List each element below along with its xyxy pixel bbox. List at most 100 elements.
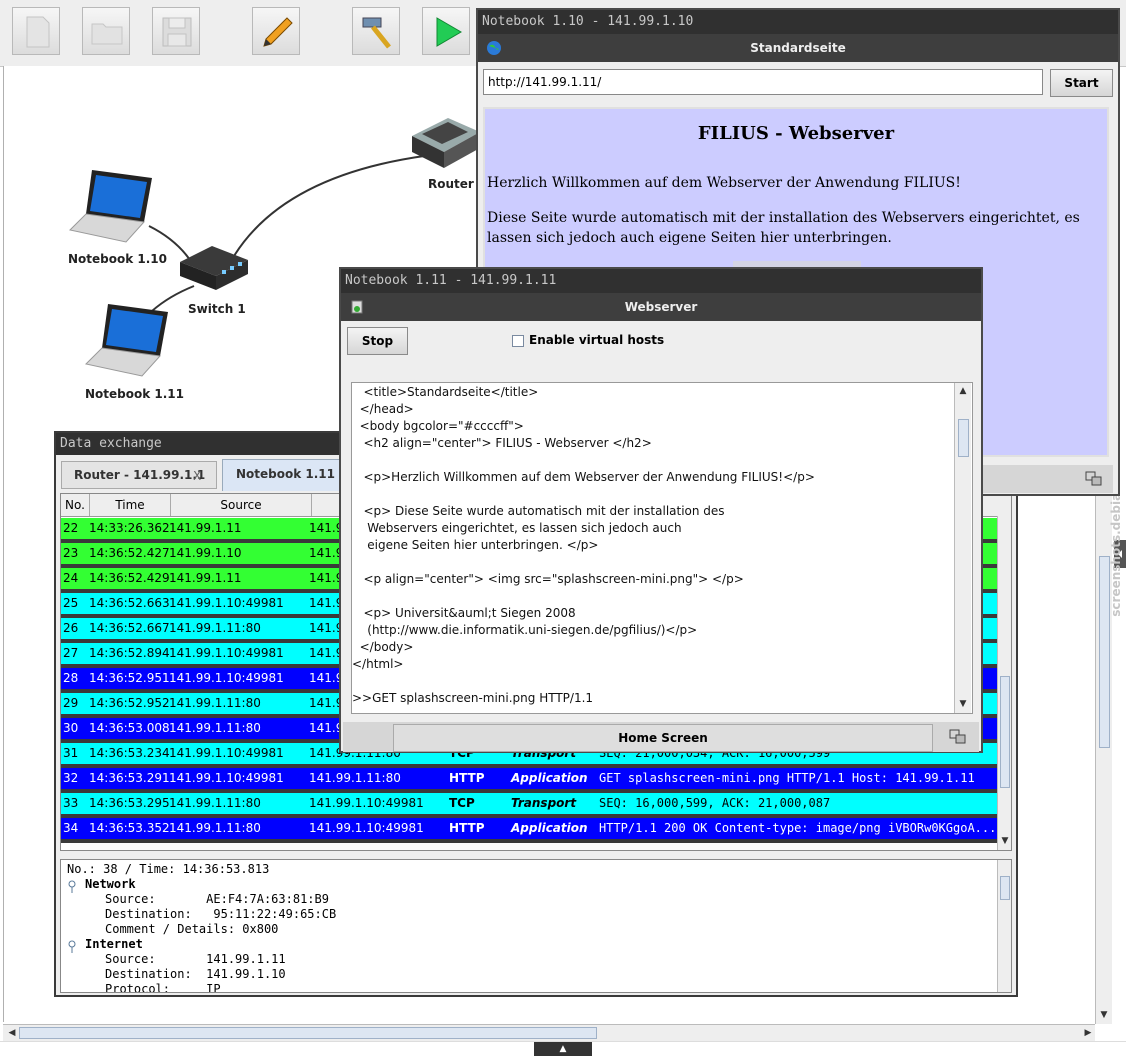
- tree-expanded-icon[interactable]: [67, 940, 81, 954]
- url-input[interactable]: [483, 69, 1043, 95]
- detail-header: No.: 38 / Time: 14:36:53.813: [67, 862, 270, 876]
- log-scrollbar[interactable]: ▲ ▼: [954, 383, 971, 713]
- build-button[interactable]: [352, 7, 400, 55]
- cell-time: 14:36:53.008: [89, 721, 170, 735]
- detail-network-node[interactable]: Network: [85, 877, 136, 891]
- cell-time: 14:33:26.362: [89, 521, 170, 535]
- log-line: </html>: [352, 657, 404, 671]
- folder-icon: [91, 23, 123, 45]
- cell-src: 141.99.1.11:80: [169, 621, 261, 635]
- cell-layer: Application: [511, 821, 588, 835]
- cell-layer: Application: [511, 771, 588, 785]
- notebook-110-icon[interactable]: [68, 166, 158, 246]
- cell-proto: HTTP: [449, 771, 485, 785]
- cell-time: 14:36:52.894: [89, 646, 170, 660]
- bottom-panel-toggle[interactable]: ▲: [534, 1042, 592, 1056]
- page-paragraph-2: Diese Seite wurde automatisch mit der in…: [487, 210, 1080, 246]
- log-line: eigene Seiten hier unterbringen. </p>: [352, 538, 599, 552]
- table-row[interactable]: 34 14:36:53.352 141.99.1.11:80 141.99.1.10:…: [61, 818, 997, 839]
- cell-info: GET splashscreen-mini.png HTTP/1.1 Host:…: [599, 771, 975, 785]
- new-file-button[interactable]: [12, 7, 60, 55]
- cell-no: 27: [63, 646, 79, 660]
- save-button[interactable]: [152, 7, 200, 55]
- cell-src: 141.99.1.11:80: [169, 696, 261, 710]
- open-folder-button[interactable]: [82, 7, 130, 55]
- detail-inet-protocol: Protocol: IP: [105, 982, 221, 993]
- log-line: <body bgcolor="#ccccff">: [352, 419, 524, 433]
- table-scroll-down-arrow[interactable]: ▼: [998, 834, 1011, 848]
- tab-notebook-111[interactable]: Notebook 1.11 - 14: [222, 459, 342, 491]
- switch-1-label: Switch 1: [188, 302, 246, 316]
- detail-scroll-thumb[interactable]: [1000, 876, 1010, 900]
- virtual-hosts-checkbox[interactable]: [512, 335, 524, 347]
- cell-time: 14:36:52.952: [89, 696, 170, 710]
- cell-src: 141.99.1.11:80: [169, 821, 261, 835]
- detail-internet-node[interactable]: Internet: [85, 937, 143, 951]
- cell-src: 141.99.1.11: [169, 571, 242, 585]
- col-no[interactable]: No.: [61, 494, 90, 516]
- window-restore-icon[interactable]: [949, 729, 967, 745]
- window-restore-icon[interactable]: [1085, 471, 1103, 487]
- cell-no: 29: [63, 696, 79, 710]
- server-log[interactable]: <title>Standardseite</title> </head> <bo…: [351, 382, 973, 714]
- router-label: Router: [428, 177, 474, 191]
- log-line: (http://www.die.informatik.uni-siegen.de…: [352, 623, 698, 637]
- cell-no: 24: [63, 571, 79, 585]
- pencil-icon: [263, 17, 293, 47]
- log-scroll-down-arrow[interactable]: ▼: [956, 697, 970, 711]
- col-source[interactable]: Source: [171, 494, 312, 516]
- webserver-window: Notebook 1.11 - 141.99.1.11 Webserver St…: [339, 267, 983, 753]
- detail-net-comment: Comment / Details: 0x800: [105, 922, 279, 936]
- detail-net-source: Source: AE:F4:7A:63:81:B9: [105, 892, 329, 906]
- cell-layer: Transport: [511, 796, 577, 810]
- start-button[interactable]: Start: [1050, 69, 1113, 97]
- cell-src: 141.99.1.10:49981: [169, 746, 284, 760]
- play-icon: [436, 17, 462, 47]
- page-paragraph-1: Herzlich Willkommen auf dem Webserver de…: [487, 175, 961, 191]
- cell-src: 141.99.1.11:80: [169, 796, 261, 810]
- cell-time: 14:36:53.352: [89, 821, 170, 835]
- switch-icon[interactable]: [176, 242, 252, 294]
- log-line: <h2 align="center"> FILIUS - Webserver <…: [352, 436, 652, 450]
- table-vertical-scrollbar[interactable]: ▼: [997, 516, 1011, 850]
- notebook-111-icon[interactable]: [84, 300, 174, 380]
- detail-inet-source: Source: 141.99.1.11: [105, 952, 286, 966]
- server-log-text: <title>Standardseite</title> </head> <bo…: [352, 383, 952, 713]
- cell-no: 31: [63, 746, 79, 760]
- table-scroll-thumb[interactable]: [1000, 676, 1010, 788]
- scroll-left-arrow[interactable]: ◀: [5, 1026, 19, 1040]
- tab-router[interactable]: Router - 141.99.1.1 X: [61, 461, 217, 489]
- canvas-horizontal-scrollbar[interactable]: ◀ ▶: [3, 1024, 1095, 1041]
- table-row[interactable]: 32 14:36:53.291 141.99.1.10:49981 141.99.1.…: [61, 768, 997, 789]
- cell-no: 28: [63, 671, 79, 685]
- col-time[interactable]: Time: [90, 494, 171, 516]
- log-scroll-thumb[interactable]: [958, 419, 969, 457]
- browser-window-title: Notebook 1.10 - 141.99.1.10: [478, 10, 1118, 34]
- new-file-icon: [26, 16, 50, 48]
- scroll-down-arrow[interactable]: ▼: [1097, 1008, 1111, 1022]
- cell-time: 14:36:52.663: [89, 596, 170, 610]
- home-screen-button[interactable]: Home Screen: [393, 724, 933, 752]
- tree-expanded-icon[interactable]: [67, 880, 81, 894]
- cell-proto: HTTP: [449, 821, 485, 835]
- simulation-mode-button[interactable]: [422, 7, 470, 55]
- detail-inet-destination: Destination: 141.99.1.10: [105, 967, 286, 981]
- scroll-right-arrow[interactable]: ▶: [1081, 1026, 1095, 1040]
- router-icon[interactable]: [408, 112, 480, 172]
- log-scroll-up-arrow[interactable]: ▲: [956, 384, 970, 398]
- row-separator: [61, 839, 997, 843]
- detail-scrollbar[interactable]: [997, 860, 1011, 992]
- design-mode-button[interactable]: [252, 7, 300, 55]
- detail-net-destination: Destination: 95:11:22:49:65:CB: [105, 907, 337, 921]
- horizontal-scroll-thumb[interactable]: [19, 1027, 597, 1039]
- webserver-bottom-bar: Home Screen: [343, 722, 979, 752]
- stop-button[interactable]: Stop: [347, 327, 408, 355]
- cell-time: 14:36:52.427: [89, 546, 170, 560]
- cell-time: 14:36:52.667: [89, 621, 170, 635]
- table-row[interactable]: 33 14:36:53.295 141.99.1.11:80 141.99.1.10:…: [61, 793, 997, 814]
- log-line: <p align="center"> <img src="splashscree…: [352, 572, 744, 586]
- tab-close-icon[interactable]: X: [193, 469, 201, 483]
- cell-info: SEQ: 16,000,599, ACK: 21,000,087: [599, 796, 831, 810]
- log-line: Webservers eingerichtet, es lassen sich …: [352, 521, 682, 535]
- cell-src: 141.99.1.10:49981: [169, 596, 284, 610]
